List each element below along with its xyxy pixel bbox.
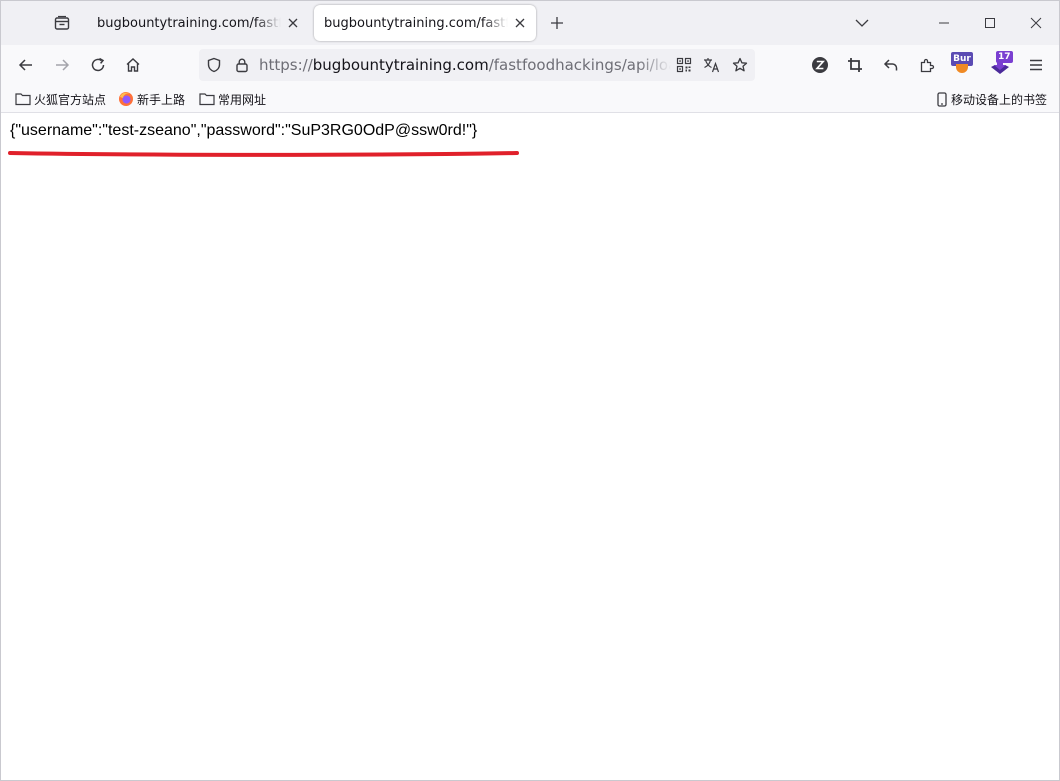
- undo-extension-button[interactable]: [875, 49, 907, 81]
- window-close-button[interactable]: [1013, 1, 1059, 45]
- back-arrow-icon: [18, 59, 32, 71]
- bookmarks-toolbar: 火狐官方站点 新手上路 常用网址 移动设备上的书签: [1, 85, 1059, 113]
- firefox-view-button[interactable]: [45, 7, 79, 39]
- plus-icon: [551, 17, 563, 29]
- minimize-button[interactable]: [921, 1, 967, 45]
- hamburger-menu-icon: [1030, 59, 1042, 71]
- qr-code-icon: [676, 57, 692, 73]
- folder-icon: [15, 91, 31, 107]
- site-security-button[interactable]: [228, 49, 256, 81]
- firefox-icon: [118, 91, 134, 107]
- maximize-button[interactable]: [967, 1, 1013, 45]
- bookmark-label: 火狐官方站点: [34, 92, 107, 107]
- tab-close-button[interactable]: [512, 15, 528, 31]
- burp-icon: [956, 64, 968, 73]
- mobile-device-icon: [936, 91, 948, 107]
- reload-icon: [91, 57, 105, 72]
- tab-title: bugbountytraining.com/fastfoodhackings/a…: [324, 15, 508, 31]
- extension-count-badge: 17: [996, 51, 1013, 63]
- folder-icon: [199, 91, 215, 107]
- back-button[interactable]: [10, 49, 42, 81]
- bookmark-firefox-official[interactable]: 火狐官方站点: [15, 89, 106, 109]
- new-tab-button[interactable]: [545, 10, 569, 36]
- extensions-button[interactable]: [911, 49, 943, 81]
- home-button[interactable]: [117, 49, 149, 81]
- navigation-toolbar: https://bugbountytraining.com/fastfoodha…: [1, 45, 1059, 85]
- tracking-protection-button[interactable]: [200, 49, 228, 81]
- crop-extension-button[interactable]: [839, 49, 871, 81]
- tab-inactive[interactable]: bugbountytraining.com/fastfoodhackings/a…: [87, 5, 309, 41]
- bookmark-label: 新手上路: [137, 92, 186, 107]
- forward-button[interactable]: [46, 49, 78, 81]
- undo-arrow-icon: [883, 59, 898, 71]
- download-extension-button[interactable]: 17: [984, 49, 1016, 81]
- tab-close-button[interactable]: [285, 15, 301, 31]
- maximize-icon: [985, 18, 995, 28]
- chevron-down-icon: [855, 19, 869, 27]
- url-path: /fastfoodhackings/api/loader.php: [488, 56, 671, 74]
- forward-arrow-icon: [56, 59, 70, 71]
- tab-strip: bugbountytraining.com/fastfoodhackings/a…: [1, 1, 1059, 45]
- reload-button[interactable]: [82, 49, 114, 81]
- bookmark-common-sites[interactable]: 常用网址: [199, 89, 266, 109]
- bookmark-label: 常用网址: [218, 92, 267, 107]
- list-all-tabs-button[interactable]: [849, 10, 875, 36]
- url-scheme: https://: [259, 56, 313, 74]
- translate-button[interactable]: [698, 49, 726, 81]
- minimize-icon: [939, 22, 949, 24]
- burp-extension-button[interactable]: Bur: [948, 49, 980, 81]
- page-content: {"username":"test-zseano","password":"Su…: [1, 114, 1059, 780]
- mobile-bookmarks-label: 移动设备上的书签: [951, 92, 1048, 107]
- puzzle-icon: [920, 58, 935, 73]
- json-response-text: {"username":"test-zseano","password":"Su…: [10, 122, 478, 139]
- mobile-bookmarks[interactable]: 移动设备上的书签: [936, 89, 1047, 109]
- url-domain: bugbountytraining.com: [312, 56, 489, 74]
- red-underline-annotation: [8, 151, 519, 157]
- crop-icon: [848, 58, 862, 72]
- firefox-view-icon: [54, 15, 70, 30]
- zotero-extension-button[interactable]: [804, 49, 836, 81]
- browser-window: bugbountytraining.com/fastfoodhackings/a…: [0, 0, 1060, 781]
- zotero-icon: [812, 57, 828, 73]
- close-icon: [1030, 17, 1042, 29]
- qr-code-button[interactable]: [670, 49, 698, 81]
- app-menu-button[interactable]: [1020, 49, 1052, 81]
- url-text[interactable]: https://bugbountytraining.com/fastfoodha…: [259, 49, 671, 81]
- lock-icon: [236, 58, 248, 73]
- translate-icon: [704, 58, 720, 73]
- bookmark-getting-started[interactable]: 新手上路: [118, 89, 185, 109]
- tab-title: bugbountytraining.com/fastfoodhackings/a…: [97, 15, 281, 31]
- home-icon: [126, 58, 140, 72]
- close-icon: [288, 18, 298, 28]
- tab-active[interactable]: bugbountytraining.com/fastfoodhackings/a…: [314, 5, 536, 41]
- close-icon: [515, 18, 525, 28]
- url-bar[interactable]: https://bugbountytraining.com/fastfoodha…: [199, 49, 755, 81]
- bookmark-star-button[interactable]: [726, 49, 754, 81]
- star-icon: [732, 57, 748, 72]
- shield-icon: [207, 57, 221, 73]
